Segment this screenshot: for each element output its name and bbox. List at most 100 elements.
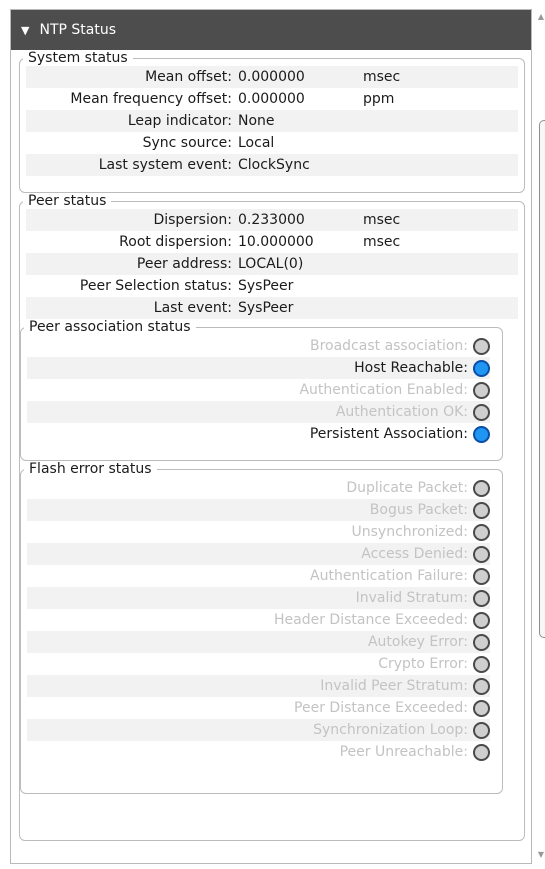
status-value: 10.000000 xyxy=(238,234,314,250)
status-unit xyxy=(363,253,518,275)
vertical-scrollbar[interactable] xyxy=(539,120,545,638)
indicator-label: Synchronization Loop: xyxy=(313,722,468,738)
indicator-row: Access Denied: xyxy=(27,543,490,565)
indicator-label: Crypto Error: xyxy=(378,656,468,672)
status-off-indicator-icon xyxy=(473,403,490,421)
indicator-row: Persistent Association: xyxy=(27,423,490,445)
status-label: Sync source: xyxy=(142,135,232,151)
indicator-label: Header Distance Exceeded: xyxy=(273,612,468,628)
status-value: SysPeer xyxy=(238,278,294,294)
status-off-indicator-icon xyxy=(473,589,490,607)
status-unit xyxy=(363,275,518,297)
indicator-label: Authentication Failure: xyxy=(310,568,468,584)
flash-error-group: Flash error status Duplicate Packet: Bogu… xyxy=(20,461,503,794)
indicator-label: Authentication OK: xyxy=(335,404,468,420)
indicator-row: Peer Unreachable: xyxy=(27,741,490,763)
indicator-row: Duplicate Packet: xyxy=(27,477,490,499)
status-on-indicator-icon xyxy=(473,425,490,443)
status-row: Mean frequency offset: 0.000000 ppm xyxy=(26,88,518,110)
status-unit: msec xyxy=(363,69,401,85)
status-label: Peer address: xyxy=(136,256,232,272)
status-row: Root dispersion: 10.000000 msec xyxy=(26,231,518,253)
indicator-row: Peer Distance Exceeded: xyxy=(27,697,490,719)
indicator-row: Header Distance Exceeded: xyxy=(27,609,490,631)
status-value: Local xyxy=(238,135,275,151)
status-label: Mean offset: xyxy=(145,69,232,85)
indicator-label: Broadcast association: xyxy=(309,338,468,354)
status-unit xyxy=(363,154,518,176)
indicator-label: Autokey Error: xyxy=(367,634,468,650)
status-label: Root dispersion: xyxy=(119,234,232,250)
panel-header[interactable]: ▼ NTP Status xyxy=(11,10,531,50)
scroll-up-arrow-icon[interactable]: ▲ xyxy=(538,12,544,21)
status-row: Last event: SysPeer xyxy=(26,297,518,319)
status-off-indicator-icon xyxy=(473,633,490,651)
status-unit: ppm xyxy=(363,91,395,107)
status-off-indicator-icon xyxy=(473,611,490,629)
status-off-indicator-icon xyxy=(473,501,490,519)
system-status-legend: System status xyxy=(28,50,128,66)
status-row: Last system event: ClockSync xyxy=(26,154,518,176)
indicator-label: Persistent Association: xyxy=(309,426,468,442)
status-off-indicator-icon xyxy=(473,699,490,717)
indicator-row: Host Reachable: xyxy=(27,357,490,379)
status-value: 0.000000 xyxy=(238,69,305,85)
status-value: 0.000000 xyxy=(238,91,305,107)
status-row: Leap indicator: None xyxy=(26,110,518,132)
status-unit xyxy=(363,132,518,154)
indicator-row: Authentication OK: xyxy=(27,401,490,423)
peer-status-legend: Peer status xyxy=(28,193,107,209)
indicator-label: Invalid Peer Stratum: xyxy=(320,678,468,694)
indicator-row: Authentication Enabled: xyxy=(27,379,490,401)
status-off-indicator-icon xyxy=(473,655,490,673)
indicator-row: Invalid Peer Stratum: xyxy=(27,675,490,697)
indicator-label: Peer Unreachable: xyxy=(339,744,468,760)
indicator-label: Host Reachable: xyxy=(354,360,468,376)
status-off-indicator-icon xyxy=(473,677,490,695)
indicator-label: Unsynchronized: xyxy=(351,524,468,540)
status-row: Sync source: Local xyxy=(26,132,518,154)
indicator-row: Bogus Packet: xyxy=(27,499,490,521)
peer-association-legend: Peer association status xyxy=(29,319,191,335)
status-unit: msec xyxy=(363,234,401,250)
status-label: Last system event: xyxy=(98,157,232,173)
panel-title: NTP Status xyxy=(39,22,116,38)
status-row: Mean offset: 0.000000 msec xyxy=(26,66,518,88)
status-off-indicator-icon xyxy=(473,523,490,541)
status-row: Peer address: LOCAL(0) xyxy=(26,253,518,275)
indicator-label: Bogus Packet: xyxy=(369,502,468,518)
panel-body: System status Mean offset: 0.000000 msec Me… xyxy=(11,50,531,841)
status-label: Last event: xyxy=(153,300,232,316)
status-off-indicator-icon xyxy=(473,381,490,399)
status-off-indicator-icon xyxy=(473,721,490,739)
peer-association-rows: Broadcast association: Host Reachable: Aut… xyxy=(21,335,502,445)
status-label: Mean frequency offset: xyxy=(70,91,232,107)
status-off-indicator-icon xyxy=(473,743,490,761)
status-value: ClockSync xyxy=(238,157,310,173)
status-label: Leap indicator: xyxy=(127,113,232,129)
status-off-indicator-icon xyxy=(473,567,490,585)
flash-error-rows: Duplicate Packet: Bogus Packet: Unsynchron… xyxy=(21,477,502,763)
indicator-row: Autokey Error: xyxy=(27,631,490,653)
collapse-triangle-icon[interactable]: ▼ xyxy=(21,24,29,37)
status-value: 0.233000 xyxy=(238,212,305,228)
status-value: LOCAL(0) xyxy=(238,256,304,272)
scroll-down-arrow-icon[interactable]: ▼ xyxy=(538,850,544,859)
peer-association-group: Peer association status Broadcast associ… xyxy=(20,319,503,461)
indicator-row: Crypto Error: xyxy=(27,653,490,675)
status-off-indicator-icon xyxy=(473,337,490,355)
status-on-indicator-icon xyxy=(473,359,490,377)
indicator-label: Peer Distance Exceeded: xyxy=(294,700,468,716)
system-status-group: System status Mean offset: 0.000000 msec Me… xyxy=(19,50,525,193)
status-label: Peer Selection status: xyxy=(79,278,232,294)
status-row: Peer Selection status: SysPeer xyxy=(26,275,518,297)
indicator-label: Authentication Enabled: xyxy=(299,382,468,398)
status-unit xyxy=(363,297,518,319)
indicator-row: Synchronization Loop: xyxy=(27,719,490,741)
status-unit: msec xyxy=(363,212,401,228)
indicator-row: Broadcast association: xyxy=(27,335,490,357)
status-unit xyxy=(363,110,518,132)
indicator-label: Access Denied: xyxy=(361,546,468,562)
ntp-status-panel: ▼ NTP Status System status Mean offset: 0… xyxy=(10,9,532,864)
peer-status-group: Peer status Dispersion: 0.233000 msec Root … xyxy=(19,193,525,841)
